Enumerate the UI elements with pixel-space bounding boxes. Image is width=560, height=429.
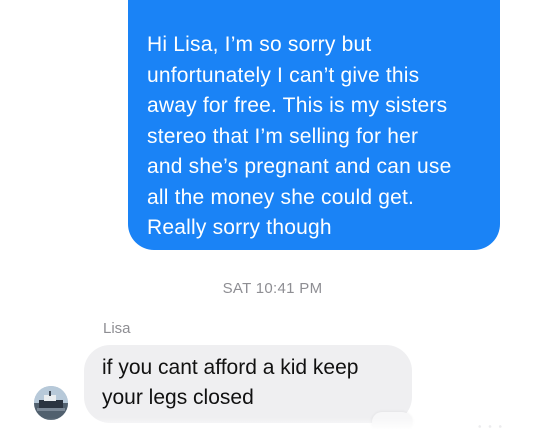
- sender-name: Lisa: [103, 320, 131, 337]
- message-line: your legs closed: [102, 386, 254, 409]
- message-line: stereo that I’m selling for her: [147, 124, 419, 148]
- message-line: all the money she could get.: [147, 185, 415, 209]
- outgoing-message-bubble[interactable]: Hi Lisa, I’m so sorry but unfortunately …: [128, 0, 500, 250]
- message-line: if you cant afford a kid keep: [102, 356, 359, 379]
- message-line: unfortunately I can’t give this: [147, 63, 420, 87]
- boat-photo-avatar-icon: [34, 386, 68, 420]
- message-timestamp: SAT 10:41 PM: [222, 280, 323, 297]
- message-line: and she’s pregnant and can use: [147, 155, 452, 178]
- sender-avatar[interactable]: [34, 386, 68, 420]
- bottom-fade: [0, 418, 560, 429]
- message-line: Hi Lisa, I’m so sorry but: [147, 33, 372, 56]
- incoming-message-bubble[interactable]: if you cant afford a kid keep your legs …: [84, 345, 412, 423]
- message-thread: Hi Lisa, I’m so sorry but unfortunately …: [0, 0, 560, 429]
- message-line: away for free. This is my sisters: [147, 94, 448, 117]
- message-line: Really sorry though: [147, 216, 332, 239]
